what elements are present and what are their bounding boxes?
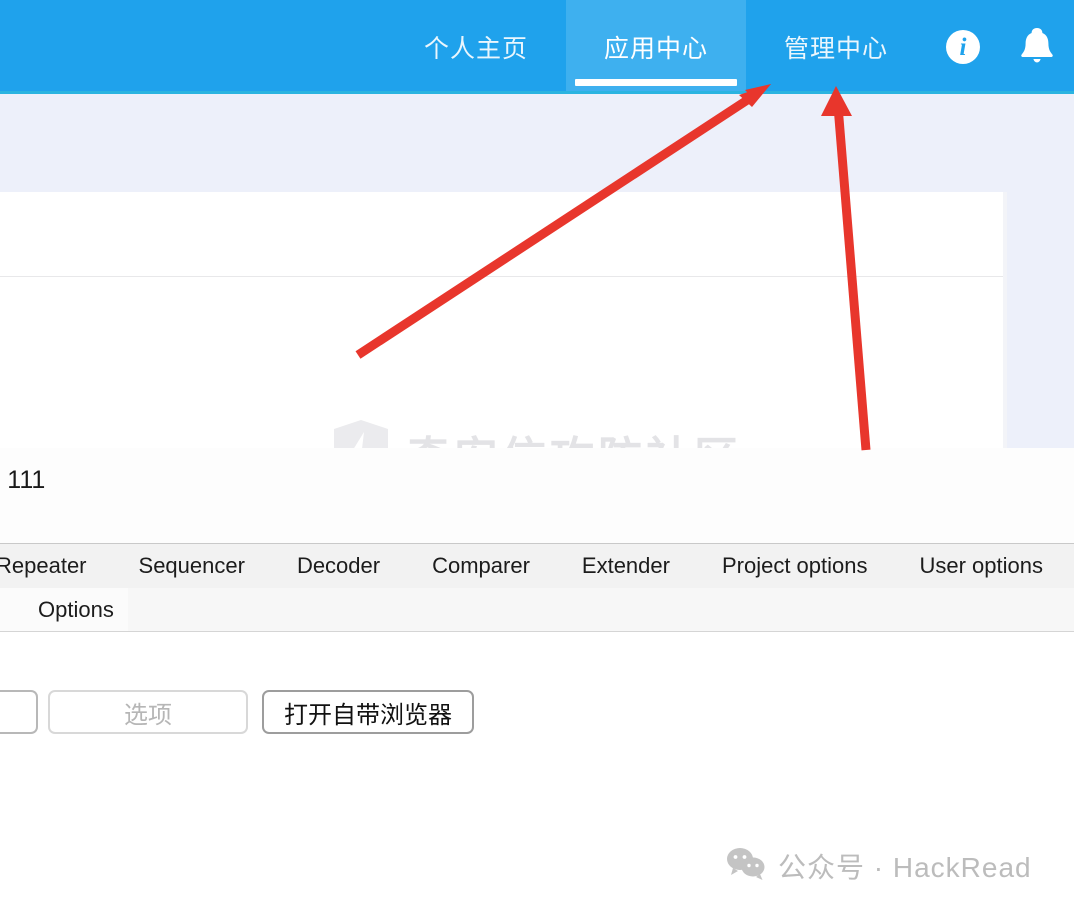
button-row: 选项 打开自带浏览器 (0, 690, 474, 734)
nav-item-label: 应用中心 (603, 35, 708, 63)
nav-item-app-center[interactable]: 应用中心 (565, 0, 746, 94)
page-background-right (1007, 192, 1074, 448)
watermark-wechat: 公众号 · HackRead (726, 846, 1032, 886)
lower-section (0, 448, 1074, 543)
info-icon: i (946, 30, 980, 64)
tab-project-options[interactable]: Project options (696, 544, 894, 588)
clipped-button[interactable] (0, 690, 38, 734)
nav-item-label: 个人主页 (423, 35, 528, 63)
tab-sequencer[interactable]: Sequencer (113, 544, 271, 588)
record-count-label: - 111 (0, 466, 46, 494)
options-button[interactable]: 选项 (48, 690, 248, 734)
burp-sub-tabbar: Options (0, 588, 1074, 632)
bell-icon (1019, 25, 1055, 70)
page-background-band (0, 94, 1074, 192)
nav-item-label: 管理中心 (783, 35, 888, 63)
info-button[interactable]: i (926, 0, 1000, 94)
tab-extender[interactable]: Extender (556, 544, 696, 588)
watermark-text: 公众号 · HackRead (778, 852, 1032, 883)
tab-repeater[interactable]: Repeater (0, 544, 113, 588)
tab-decoder[interactable]: Decoder (271, 544, 406, 588)
card-divider (0, 276, 1003, 277)
open-builtin-browser-button[interactable]: 打开自带浏览器 (262, 690, 474, 734)
nav-item-management-center[interactable]: 管理中心 (746, 0, 926, 94)
content-card (0, 192, 1003, 448)
notifications-button[interactable] (1000, 0, 1074, 94)
subtab-options[interactable]: Options (0, 588, 128, 631)
wechat-icon (726, 847, 766, 886)
tab-user-options[interactable]: User options (894, 544, 1070, 588)
tab-comparer[interactable]: Comparer (406, 544, 556, 588)
burp-main-tabbar: Repeater Sequencer Decoder Comparer Exte… (0, 543, 1074, 588)
top-navigation-bar: 个人主页 应用中心 管理中心 i (0, 0, 1074, 94)
nav-item-personal-home[interactable]: 个人主页 (386, 0, 566, 94)
